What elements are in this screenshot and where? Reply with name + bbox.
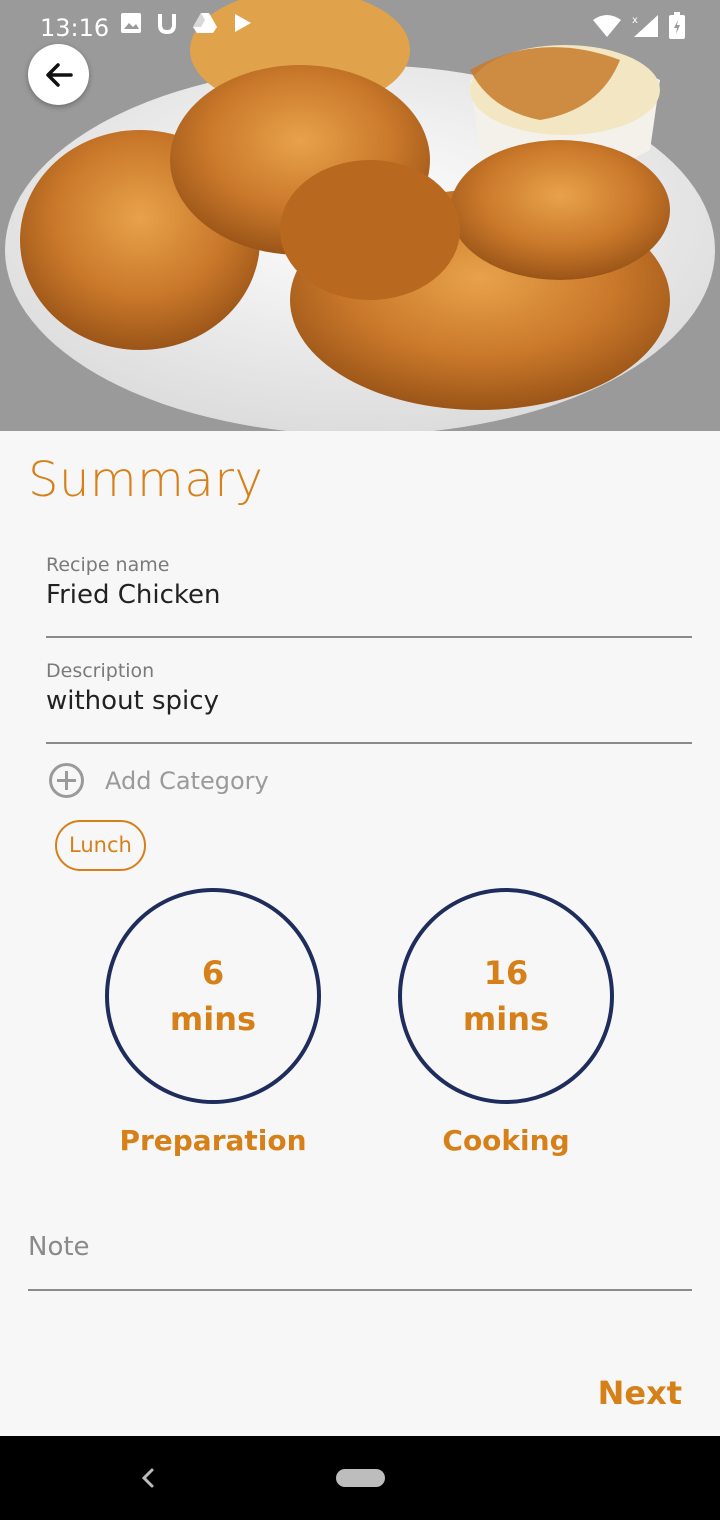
cooking-time-unit: mins [462,1000,550,1038]
add-category-button[interactable]: Add Category [48,762,269,799]
preparation-time-unit: mins [169,1000,257,1038]
preparation-time-circle[interactable]: 6 mins [105,888,321,1104]
cooking-timer[interactable]: 16 mins Cooking [398,888,614,1157]
recipe-name-field[interactable]: Recipe name Fried Chicken [46,554,692,638]
nav-home-pill[interactable] [336,1469,385,1487]
fried-chicken-illustration [5,0,715,431]
system-navigation-bar [0,1436,720,1520]
status-notification-icons [120,12,254,34]
add-circle-icon [49,763,84,798]
recipe-name-input[interactable]: Fried Chicken [46,580,692,610]
status-bar: 13:16 x [0,0,720,56]
battery-icon [669,12,685,39]
arrow-left-icon [45,62,73,87]
note-field[interactable]: Note [28,1232,692,1291]
description-field[interactable]: Description without spicy [46,660,692,744]
u-icon [158,14,176,34]
image-icon [121,13,141,33]
cooking-label: Cooking [442,1124,570,1157]
next-button[interactable]: Next [598,1374,682,1412]
status-system-icons: x [592,12,686,40]
note-placeholder: Note [28,1232,90,1262]
category-chip-lunch[interactable]: Lunch [55,820,146,871]
add-category-label: Add Category [105,766,269,795]
status-time: 13:16 [40,14,110,42]
play-icon [235,14,251,32]
svg-text:x: x [632,15,638,26]
back-button[interactable] [28,44,89,105]
description-label: Description [46,660,155,682]
preparation-timer[interactable]: 6 mins Preparation [105,888,321,1157]
preparation-label: Preparation [119,1124,307,1157]
wifi-icon [593,15,621,37]
description-input[interactable]: without spicy [46,686,692,716]
cooking-time-circle[interactable]: 16 mins [398,888,614,1104]
page-title: Summary [28,452,264,508]
drive-icon [193,13,217,33]
cooking-time-value: 16 [483,954,529,992]
recipe-name-label: Recipe name [46,554,170,576]
signal-icon: x [632,15,658,37]
preparation-time-value: 6 [201,954,225,992]
nav-back-icon[interactable] [138,1462,158,1494]
recipe-hero-image [0,0,720,431]
